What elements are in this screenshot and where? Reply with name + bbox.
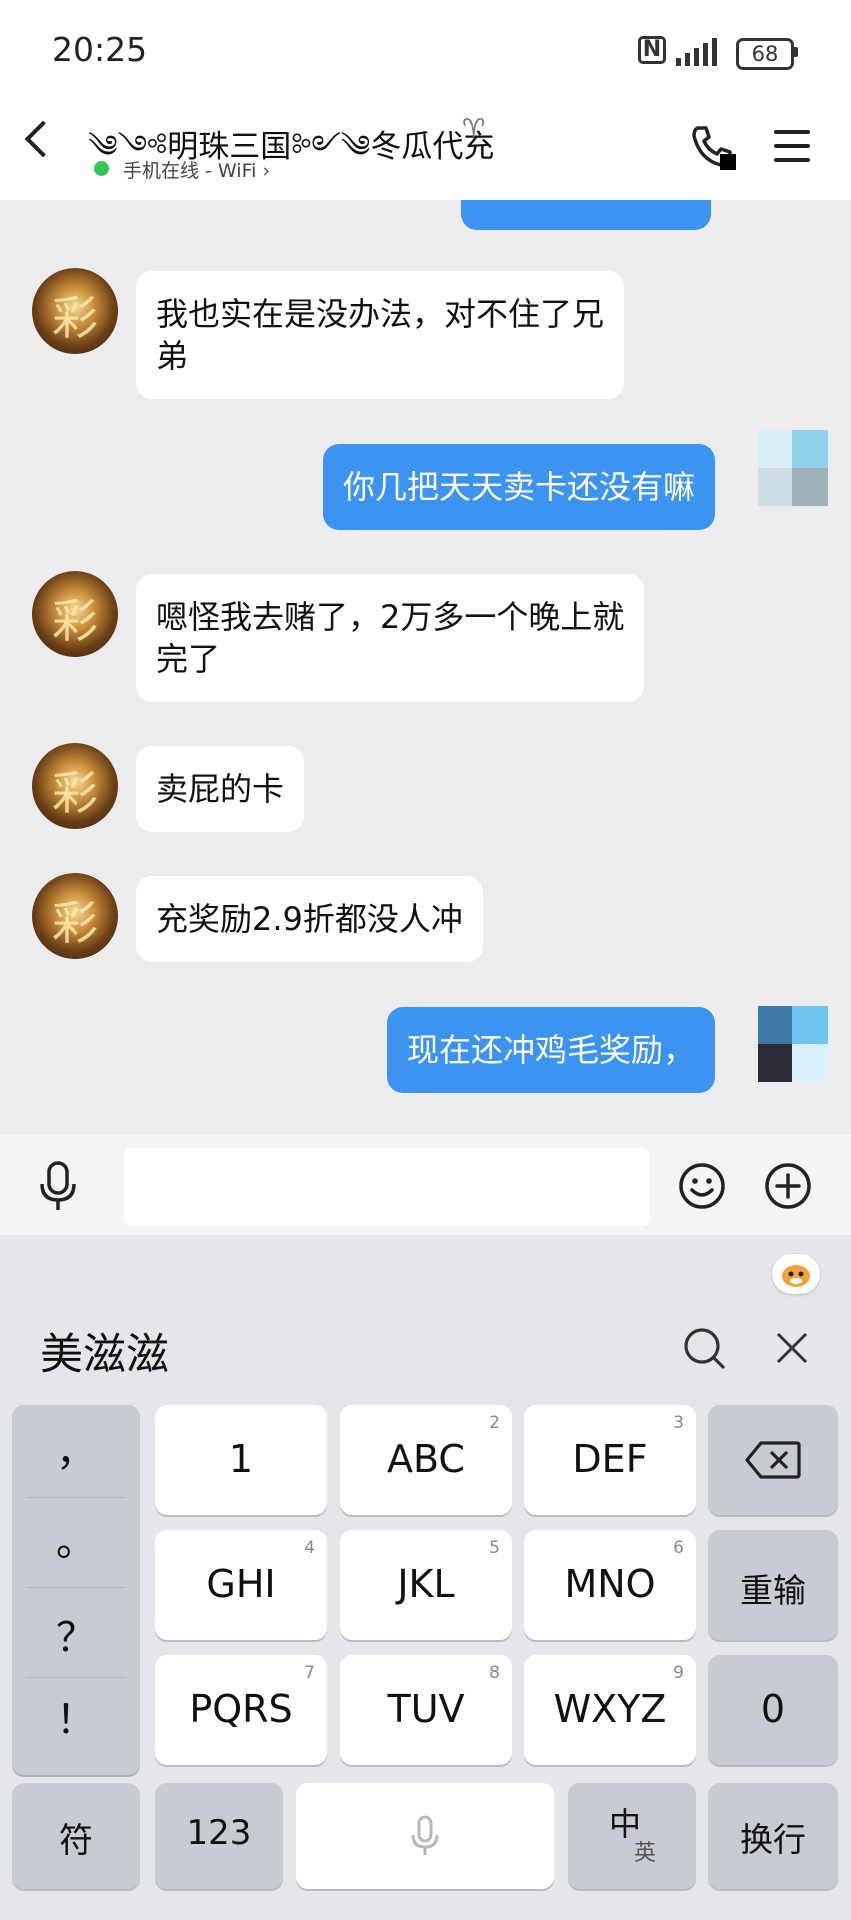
key-mno[interactable]: 6 MNO — [524, 1530, 696, 1640]
punct-separator — [26, 1677, 126, 1678]
key-label: JKL — [397, 1562, 455, 1606]
message-text: 弟 — [156, 337, 189, 375]
number-mode-key[interactable]: 123 — [155, 1783, 283, 1889]
key-label: 重输 — [740, 1571, 806, 1610]
key-number: 9 — [673, 1663, 684, 1683]
key-number: 2 — [489, 1413, 500, 1433]
contact-avatar[interactable]: 彩 — [32, 571, 118, 657]
reinput-key[interactable]: 重输 — [708, 1530, 838, 1640]
voice-mic-icon — [411, 1815, 439, 1855]
emoji-icon[interactable] — [678, 1162, 726, 1210]
my-avatar[interactable] — [752, 430, 828, 522]
message-text: 现在还冲鸡毛奖励， — [406, 1031, 695, 1069]
key-number: 6 — [673, 1538, 684, 1558]
close-icon[interactable] — [774, 1330, 810, 1366]
key-label: ABC — [387, 1437, 465, 1481]
punct-separator — [26, 1497, 126, 1498]
message-text: 我也实在是没办法，对不住了兄 — [156, 295, 605, 333]
punctuation-column[interactable]: ， 。 ？ ！ — [12, 1405, 140, 1775]
key-number: 3 — [673, 1413, 684, 1433]
key-number: 5 — [489, 1538, 500, 1558]
search-icon[interactable] — [682, 1326, 726, 1370]
key-jkl[interactable]: 5 JKL — [340, 1530, 512, 1640]
message-bubble-partial — [461, 200, 711, 230]
key-label: MNO — [564, 1562, 656, 1606]
signal-icon — [676, 36, 726, 66]
message-input[interactable] — [124, 1148, 650, 1226]
key-label: WXYZ — [553, 1687, 667, 1731]
status-time: 20:25 — [52, 30, 148, 69]
punct-key-question[interactable]: ？ — [12, 1605, 140, 1663]
message-list[interactable]: 彩 我也实在是没办法，对不住了兄 弟 你几把天天卖卡还没有嘛 彩 嗯怪我去赌了，… — [0, 200, 851, 1135]
key-label: 换行 — [740, 1820, 806, 1859]
key-number: 7 — [304, 1663, 315, 1683]
nfc-icon: N — [638, 36, 666, 64]
menu-icon[interactable] — [774, 130, 810, 162]
message-text: 充奖励2.9折都没人冲 — [156, 900, 463, 938]
key-1[interactable]: 1 — [155, 1405, 327, 1515]
ear-icon: ♈︎ — [462, 114, 486, 144]
key-label: TUV — [387, 1687, 465, 1731]
online-status[interactable]: 手机在线 - WiFi › — [123, 156, 270, 183]
phone-icon[interactable] — [688, 122, 736, 170]
enter-key[interactable]: 换行 — [708, 1783, 838, 1889]
key-label: 符 — [59, 1821, 93, 1861]
space-voice-key[interactable] — [296, 1783, 554, 1889]
battery-tip — [794, 47, 798, 57]
key-label: 1 — [228, 1437, 254, 1481]
contact-avatar[interactable]: 彩 — [32, 743, 118, 829]
backspace-key[interactable] — [708, 1405, 838, 1515]
message-text: 嗯怪我去赌了，2万多一个晚上就 — [156, 598, 625, 636]
contact-avatar[interactable]: 彩 — [32, 873, 118, 959]
message-bubble[interactable]: 卖屁的卡 — [136, 746, 305, 832]
key-label: DEF — [572, 1437, 648, 1481]
punct-separator — [26, 1587, 126, 1588]
symbol-key[interactable]: 符 — [12, 1783, 140, 1889]
plus-icon[interactable] — [764, 1162, 812, 1210]
message-bubble[interactable]: 你几把天天卖卡还没有嘛 — [322, 444, 715, 530]
language-switch-key[interactable]: 中 英 — [568, 1783, 696, 1889]
key-number: 8 — [489, 1663, 500, 1683]
key-label-en: 英 — [633, 1841, 656, 1866]
backspace-icon — [745, 1441, 801, 1479]
my-avatar[interactable] — [752, 200, 812, 220]
key-label: 0 — [760, 1687, 786, 1731]
key-pqrs[interactable]: 7 PQRS — [155, 1655, 327, 1765]
key-number: 4 — [304, 1538, 315, 1558]
candidate-word[interactable]: 美滋滋 — [40, 1320, 169, 1382]
message-bubble[interactable]: 嗯怪我去赌了，2万多一个晚上就 完了 — [136, 574, 645, 702]
key-wxyz[interactable]: 9 WXYZ — [524, 1655, 696, 1765]
message-bubble[interactable]: 现在还冲鸡毛奖励， — [386, 1007, 715, 1093]
online-indicator — [94, 161, 109, 176]
key-def[interactable]: 3 DEF — [524, 1405, 696, 1515]
punct-key-comma[interactable]: ， — [12, 1419, 140, 1477]
key-tuv[interactable]: 8 TUV — [340, 1655, 512, 1765]
contact-avatar[interactable]: 彩 — [32, 268, 118, 354]
battery-icon: 68 — [736, 38, 794, 70]
key-abc[interactable]: 2 ABC — [340, 1405, 512, 1515]
punct-key-exclaim[interactable]: ！ — [12, 1687, 140, 1745]
ime-logo-icon[interactable] — [772, 1254, 820, 1294]
message-bubble[interactable]: 充奖励2.9折都没人冲 — [136, 876, 483, 962]
message-text: 完了 — [156, 640, 221, 678]
mic-icon[interactable] — [38, 1160, 78, 1212]
message-text: 你几把天天卖卡还没有嘛 — [342, 468, 695, 506]
key-label: GHI — [206, 1562, 276, 1606]
message-bubble[interactable]: 我也实在是没办法，对不住了兄 弟 — [136, 271, 625, 399]
punct-key-period[interactable]: 。 — [12, 1509, 140, 1567]
key-label: PQRS — [189, 1687, 293, 1731]
key-label: 123 — [186, 1813, 252, 1853]
message-text: 卖屁的卡 — [156, 770, 285, 808]
key-ghi[interactable]: 4 GHI — [155, 1530, 327, 1640]
my-avatar[interactable] — [752, 1006, 828, 1098]
key-zero[interactable]: 0 — [708, 1655, 838, 1765]
